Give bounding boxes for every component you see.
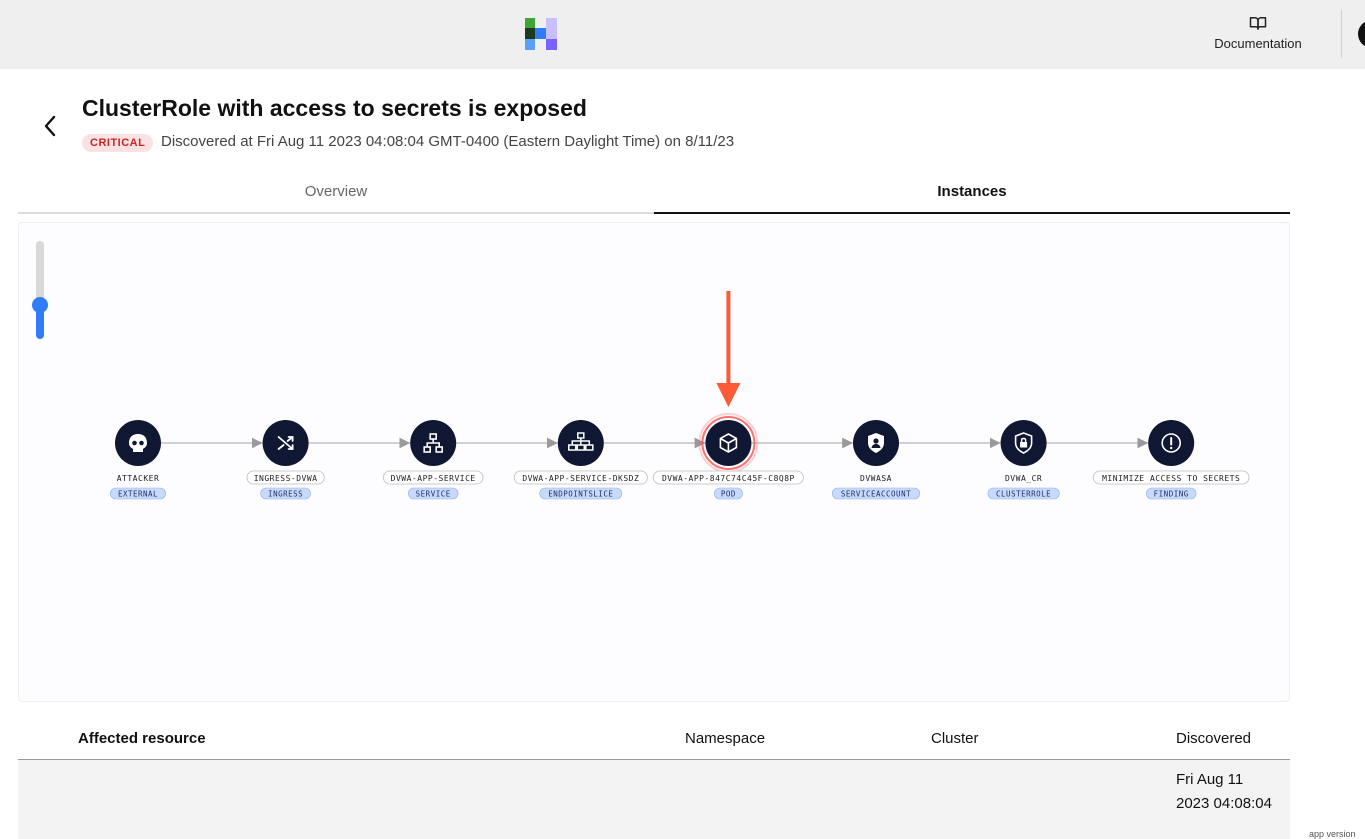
graph-node[interactable]: DVWA_CR CLUSTERROLE [987, 420, 1060, 500]
tab-overview[interactable]: Overview [18, 170, 654, 214]
node-name-label: DVWA_CR [1005, 474, 1042, 483]
severity-badge: CRITICAL [82, 134, 154, 152]
discovered-cell: Fri Aug 11 2023 04:08:04 [1176, 771, 1272, 812]
tab-instances[interactable]: Instances [654, 170, 1290, 214]
graph-node[interactable]: DVWASA SERVICEACCOUNT [831, 420, 921, 500]
table-row[interactable]: Fri Aug 11 2023 04:08:04 [18, 760, 1290, 839]
avatar[interactable] [1358, 20, 1365, 48]
node-type-badge: INGRESS [268, 490, 303, 499]
node-type-badge: POD [721, 490, 736, 499]
node-name-label: DVWA-APP-SERVICE-DKSDZ [522, 474, 639, 483]
column-namespace[interactable]: Namespace [685, 730, 765, 747]
node-name-label: DVWASA [860, 474, 892, 483]
graph-node[interactable]: MINIMIZE ACCESS TO SECRETS FINDING [1092, 420, 1250, 500]
topbar-divider [1341, 10, 1342, 58]
graph-node[interactable]: DVWA-APP-SERVICE-DKSDZ ENDPOINTSLICE [513, 420, 648, 500]
node-type-badge: SERVICEACCOUNT [841, 490, 911, 499]
node-type-badge: ENDPOINTSLICE [548, 490, 613, 499]
back-button[interactable] [36, 112, 64, 140]
node-name-label: INGRESS-DVWA [254, 474, 318, 483]
documentation-label: Documentation [1214, 36, 1302, 51]
graph-node[interactable]: INGRESS-DVWA INGRESS [246, 420, 325, 500]
graph-node[interactable]: DVWA-APP-SERVICE SERVICE [383, 420, 484, 500]
node-name-label: MINIMIZE ACCESS TO SECRETS [1102, 474, 1240, 483]
node-name-label: ATTACKER [117, 474, 160, 483]
attack-path-graph[interactable]: ATTACKER EXTERNAL INGRESS-DVWA INGRESS DVWA-… [18, 222, 1290, 702]
discovered-text: Discovered at Fri Aug 11 2023 04:08:04 G… [161, 133, 735, 150]
node-type-badge: SERVICE [416, 490, 451, 499]
node-name-label: DVWA-APP-SERVICE [391, 474, 476, 483]
annotation-arrow [716, 291, 741, 407]
app-version-label: app version [1309, 829, 1356, 839]
graph-canvas: ATTACKER EXTERNAL INGRESS-DVWA INGRESS DVWA-… [110, 291, 1250, 500]
column-affected-resource[interactable]: Affected resource [78, 730, 206, 747]
node-type-badge: FINDING [1154, 490, 1189, 499]
documentation-link[interactable]: Documentation [1198, 14, 1318, 58]
node-type-badge: CLUSTERROLE [996, 490, 1051, 499]
column-cluster[interactable]: Cluster [931, 730, 979, 747]
top-bar: Documentation [0, 0, 1365, 69]
page-title: ClusterRole with access to secrets is ex… [82, 95, 587, 121]
brand-logo[interactable] [525, 18, 557, 50]
tab-bar: Overview Instances [18, 170, 1290, 214]
book-icon [1249, 17, 1267, 30]
graph-node[interactable]: DVWA-APP-847C74C45F-C8Q8P POD [653, 413, 804, 500]
node-name-label: DVWA-APP-847C74C45F-C8Q8P [662, 474, 795, 483]
node-type-badge: EXTERNAL [118, 490, 158, 499]
column-discovered[interactable]: Discovered [1176, 730, 1251, 747]
table-header: Affected resource Namespace Cluster Disc… [18, 720, 1290, 760]
graph-node[interactable]: ATTACKER EXTERNAL [110, 420, 166, 500]
chevron-left-icon [44, 115, 56, 137]
